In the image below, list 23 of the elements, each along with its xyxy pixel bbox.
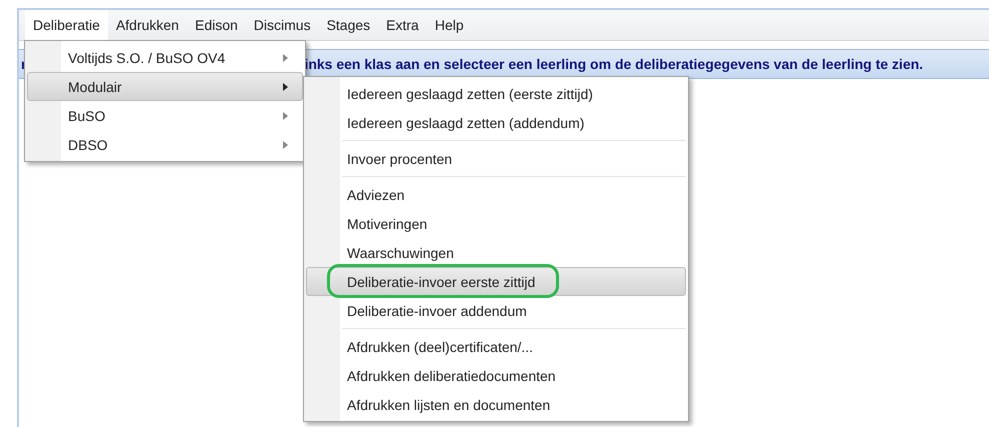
menu-bar-item[interactable]: Discimus — [246, 10, 319, 40]
menu-item[interactable]: Afdrukken (deel)certificaten/... — [306, 332, 686, 361]
menu-item[interactable]: Adviezen — [306, 180, 686, 209]
menu-item[interactable]: Iedereen geslaagd zetten (eerste zittijd) — [306, 79, 686, 108]
menu-bar-item[interactable]: Extra — [378, 10, 427, 40]
menu-item[interactable]: Deliberatie-invoer addendum — [306, 296, 686, 325]
menu-item[interactable]: Iedereen geslaagd zetten (addendum) — [306, 108, 686, 137]
menu-item[interactable]: DBSO — [27, 130, 303, 159]
menu-item[interactable]: Afdrukken lijsten en documenten — [306, 390, 686, 419]
menu-item[interactable]: Deliberatie-invoer eerste zittijd — [306, 267, 686, 296]
menu-item[interactable]: Waarschuwingen — [306, 238, 686, 267]
banner-text: inks een klas aan en selecteer een leerling om de deliberatiegegevens van de leerling te zien. — [303, 56, 924, 72]
menu-item[interactable]: Afdrukken deliberatiedocumenten — [306, 361, 686, 390]
menu-bar-item[interactable]: Stages — [318, 10, 378, 40]
menu-bar-item[interactable]: Edison — [186, 10, 246, 40]
menu-item[interactable]: Modulair — [27, 72, 303, 101]
menu-bar-item[interactable]: Deliberatie — [25, 10, 108, 40]
menu-item[interactable]: Invoer procenten — [306, 144, 686, 173]
menu-bar-item[interactable]: Afdrukken — [108, 10, 187, 40]
menu-item[interactable]: Motiveringen — [306, 209, 686, 238]
menu-item[interactable]: BuSO — [27, 101, 303, 130]
menu-bar-item[interactable]: Help — [426, 10, 472, 40]
menu-item[interactable]: Voltijds S.O. / BuSO OV4 — [27, 43, 303, 72]
